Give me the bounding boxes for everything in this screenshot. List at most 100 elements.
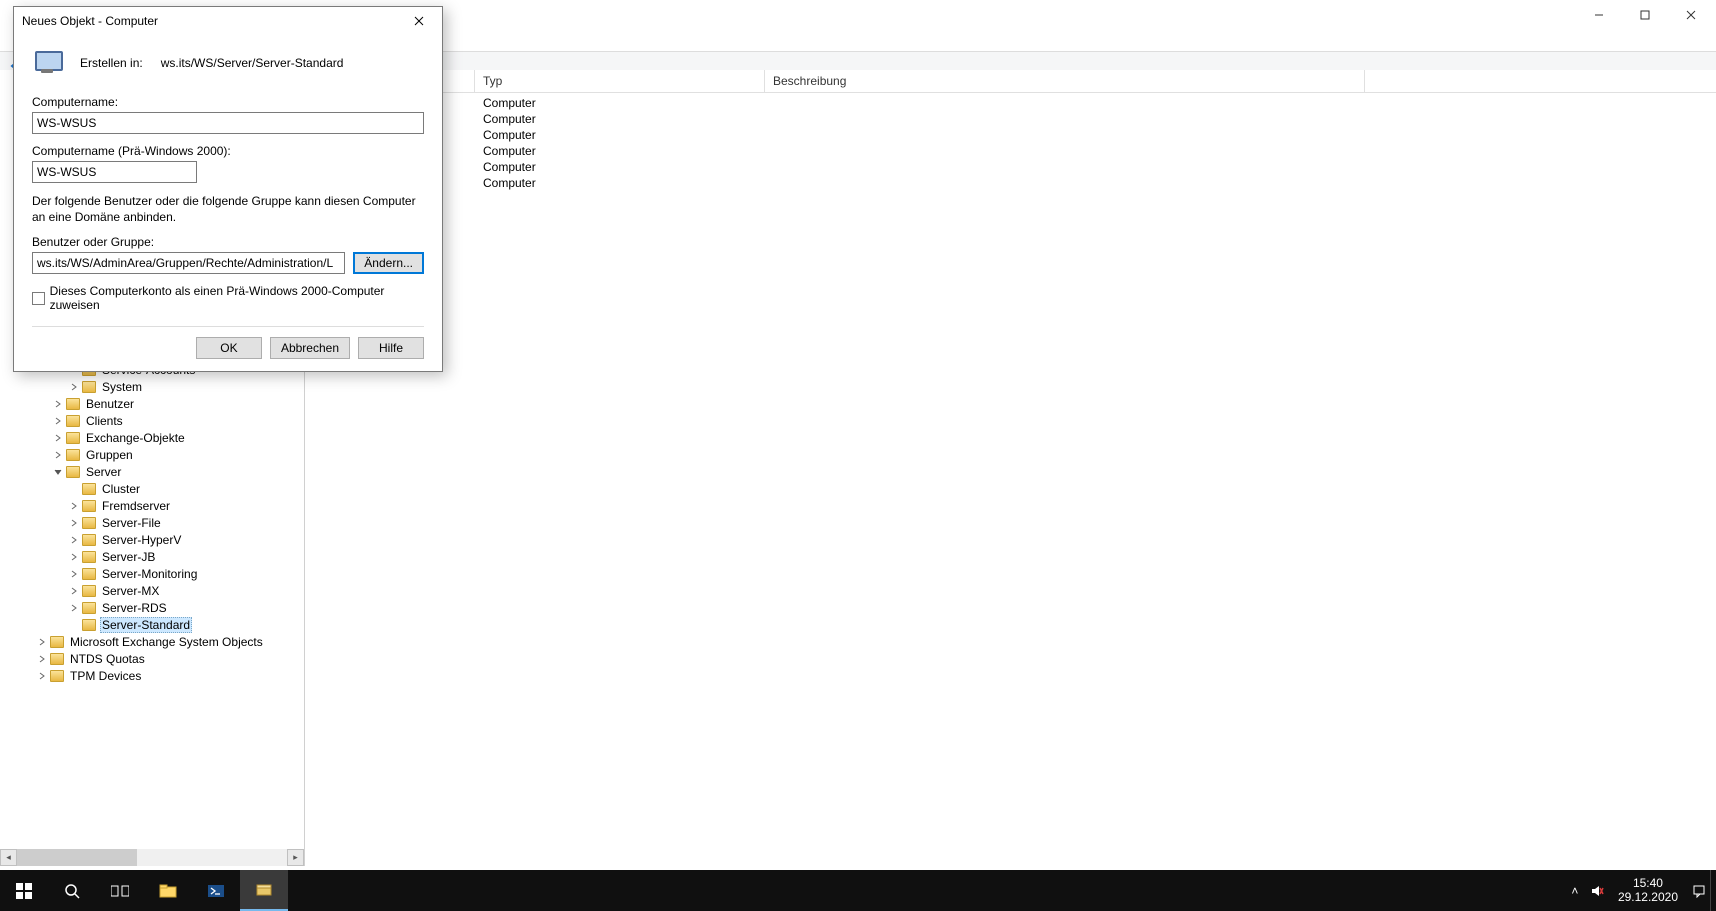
chevron-right-icon[interactable] [68, 602, 80, 614]
cell-description [765, 128, 781, 142]
tree-item[interactable]: Server-Standard [0, 616, 304, 633]
powershell-icon[interactable] [192, 870, 240, 911]
tree-item[interactable]: Cluster [0, 480, 304, 497]
cell-type: Computer [475, 144, 765, 158]
chevron-right-icon[interactable] [68, 568, 80, 580]
chevron-right-icon[interactable] [36, 670, 48, 682]
chevron-right-icon[interactable] [68, 534, 80, 546]
tray-up-icon[interactable]: ˄ [1564, 870, 1586, 911]
chevron-right-icon[interactable] [36, 636, 48, 648]
folder-icon [82, 517, 96, 529]
scroll-right-button[interactable]: ▸ [287, 849, 304, 866]
tree-item[interactable]: Server [0, 463, 304, 480]
scroll-left-button[interactable]: ◂ [0, 849, 17, 866]
chevron-right-icon[interactable] [68, 517, 80, 529]
tree-item[interactable]: Server-JB [0, 548, 304, 565]
tree-item[interactable]: Gruppen [0, 446, 304, 463]
new-object-dialog: Neues Objekt - Computer Erstellen in: ws… [13, 6, 443, 372]
app-icon-active[interactable] [240, 870, 288, 911]
chevron-right-icon[interactable] [68, 381, 80, 393]
folder-icon [82, 619, 96, 631]
pre2000-checkbox[interactable] [32, 292, 45, 305]
chevron-right-icon[interactable] [36, 653, 48, 665]
list-row[interactable]: Computer [305, 143, 1716, 159]
chevron-right-icon[interactable] [52, 398, 64, 410]
taskbar-clock[interactable]: 15:40 29.12.2020 [1608, 877, 1688, 905]
tree-item[interactable]: Exchange-Objekte [0, 429, 304, 446]
list-row[interactable]: Computer [305, 159, 1716, 175]
change-button[interactable]: Ändern... [353, 252, 424, 274]
folder-icon [50, 653, 64, 665]
tree-item[interactable]: Server-HyperV [0, 531, 304, 548]
tree-item-label: NTDS Quotas [68, 652, 147, 666]
notifications-icon[interactable] [1688, 870, 1710, 911]
chevron-right-icon[interactable] [52, 432, 64, 444]
tree-scrollbar[interactable]: ◂ ▸ [0, 849, 304, 866]
scroll-track[interactable] [17, 849, 287, 866]
user-group-label: Benutzer oder Gruppe: [32, 235, 424, 249]
chevron-right-icon[interactable] [52, 415, 64, 427]
column-type[interactable]: Typ [475, 70, 765, 92]
cell-description [765, 144, 781, 158]
ok-button[interactable]: OK [196, 337, 262, 359]
tree-item[interactable]: Clients [0, 412, 304, 429]
tree-item-label: Microsoft Exchange System Objects [68, 635, 265, 649]
pre2000-checkbox-row[interactable]: Dieses Computerkonto als einen Prä-Windo… [32, 284, 424, 312]
tree-item-label: TPM Devices [68, 669, 143, 683]
list-row[interactable]: Computer [305, 127, 1716, 143]
tree-item[interactable]: Server-File [0, 514, 304, 531]
chevron-right-icon[interactable] [68, 585, 80, 597]
show-desktop-button[interactable] [1710, 870, 1716, 911]
list-row[interactable]: Computer [305, 111, 1716, 127]
tree-item[interactable]: Microsoft Exchange System Objects [0, 633, 304, 650]
cell-type: Computer [475, 112, 765, 126]
user-group-input[interactable] [32, 252, 345, 274]
minimize-button[interactable] [1576, 0, 1622, 30]
tree-item[interactable]: NTDS Quotas [0, 650, 304, 667]
tree-item[interactable]: Server-RDS [0, 599, 304, 616]
search-icon[interactable] [48, 870, 96, 911]
start-button[interactable] [0, 870, 48, 911]
taskbar-time: 15:40 [1618, 877, 1678, 891]
chevron-right-icon[interactable] [68, 551, 80, 563]
scroll-thumb[interactable] [17, 849, 137, 866]
tree-item[interactable]: Benutzer [0, 395, 304, 412]
tree-item[interactable]: Server-Monitoring [0, 565, 304, 582]
cell-description [765, 96, 781, 110]
list-row[interactable]: Computer [305, 95, 1716, 111]
chevron-down-icon[interactable] [52, 466, 64, 478]
volume-icon[interactable] [1586, 870, 1608, 911]
cancel-button[interactable]: Abbrechen [270, 337, 350, 359]
tree-item-label: Server-Standard [100, 617, 192, 633]
folder-icon [82, 602, 96, 614]
pre2000-input[interactable] [32, 161, 197, 183]
list-row[interactable]: Computer [305, 175, 1716, 191]
tree-item[interactable]: Server-MX [0, 582, 304, 599]
tree-item-label: Clients [84, 414, 125, 428]
taskbar-date: 29.12.2020 [1618, 891, 1678, 905]
dialog-body: Erstellen in: ws.its/WS/Server/Server-St… [14, 35, 442, 371]
file-explorer-icon[interactable] [144, 870, 192, 911]
task-view-icon[interactable] [96, 870, 144, 911]
close-button[interactable] [1668, 0, 1714, 30]
create-in-label: Erstellen in: [80, 56, 143, 70]
computername-input[interactable] [32, 112, 424, 134]
dialog-titlebar[interactable]: Neues Objekt - Computer [14, 7, 442, 35]
folder-icon [82, 381, 96, 393]
maximize-button[interactable] [1622, 0, 1668, 30]
help-button[interactable]: Hilfe [358, 337, 424, 359]
column-description[interactable]: Beschreibung [765, 70, 1365, 92]
chevron-right-icon[interactable] [68, 500, 80, 512]
pre2000-checkbox-label: Dieses Computerkonto als einen Prä-Windo… [50, 284, 424, 312]
create-in-path: ws.its/WS/Server/Server-Standard [161, 56, 344, 70]
cell-type: Computer [475, 160, 765, 174]
cell-description [765, 112, 781, 126]
tree-item[interactable]: TPM Devices [0, 667, 304, 684]
chevron-right-icon[interactable] [52, 449, 64, 461]
dialog-close-button[interactable] [404, 10, 434, 32]
tree-item[interactable]: System [0, 378, 304, 395]
tree-item[interactable]: Fremdserver [0, 497, 304, 514]
cell-type: Computer [475, 96, 765, 110]
folder-icon [66, 466, 80, 478]
taskbar-right: ˄ 15:40 29.12.2020 [1564, 870, 1716, 911]
